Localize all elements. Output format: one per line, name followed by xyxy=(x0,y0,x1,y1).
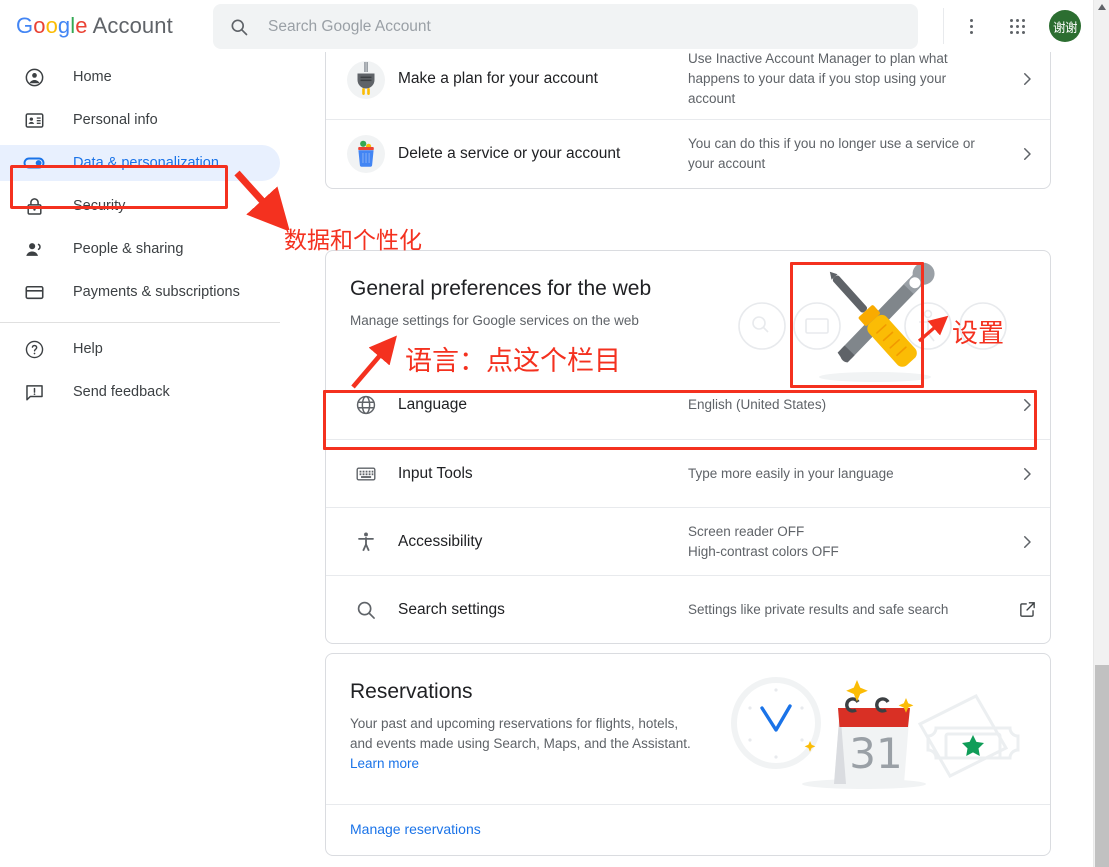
chevron-right-icon xyxy=(1004,465,1050,483)
row-description: Settings like private results and safe s… xyxy=(688,600,1004,620)
row-title: Input Tools xyxy=(398,465,688,483)
logo-letter-g2: g xyxy=(58,13,70,38)
app-header: Google Account 谢谢 xyxy=(0,0,1093,52)
sidebar-item-personal-info[interactable]: Personal info xyxy=(0,102,280,138)
people-icon xyxy=(22,237,46,261)
credit-card-icon xyxy=(22,280,46,304)
trash-icon xyxy=(342,130,390,178)
row-description: Use Inactive Account Manager to plan wha… xyxy=(688,52,1004,109)
account-circle-icon xyxy=(22,65,46,89)
card-description: Your past and upcoming reservations for … xyxy=(350,714,700,774)
row-description: You can do this if you no longer use a s… xyxy=(688,134,1004,174)
row-description: Type more easily in your language xyxy=(688,464,1004,484)
row-delete-service[interactable]: Delete a service or your account You can… xyxy=(326,119,1050,188)
calendar-day-number: 31 xyxy=(849,729,902,778)
apps-grid-icon xyxy=(1010,19,1025,34)
card-description-text: Your past and upcoming reservations for … xyxy=(350,716,691,751)
chevron-right-icon xyxy=(1004,70,1050,88)
sidebar-item-label: People & sharing xyxy=(73,241,183,257)
sidebar-item-people-sharing[interactable]: People & sharing xyxy=(0,231,280,267)
manage-reservations-link[interactable]: Manage reservations xyxy=(350,821,481,837)
sidebar-divider xyxy=(0,322,280,323)
sidebar-item-help[interactable]: Help xyxy=(0,331,280,367)
reservations-footer: Manage reservations xyxy=(326,804,1050,855)
search-input[interactable] xyxy=(266,17,876,37)
row-input-tools[interactable]: Input Tools Type more easily in your lan… xyxy=(326,439,1050,507)
sidebar-item-label: Security xyxy=(73,198,125,214)
reservations-header: Reservations Your past and upcoming rese… xyxy=(326,654,1050,804)
sidebar-item-home[interactable]: Home xyxy=(0,59,280,95)
row-description-line2: High-contrast colors OFF xyxy=(688,542,994,562)
general-preferences-card: General preferences for the web Manage s… xyxy=(325,250,1051,644)
row-title: Language xyxy=(398,396,688,414)
logo-letter-o1: o xyxy=(33,13,45,38)
sidebar-item-label: Personal info xyxy=(73,112,158,128)
accessibility-icon xyxy=(342,531,390,553)
row-title: Delete a service or your account xyxy=(398,145,688,163)
general-preferences-header: General preferences for the web Manage s… xyxy=(326,251,1050,371)
logo-letter-e: e xyxy=(75,13,87,38)
globe-icon xyxy=(342,394,390,416)
card-subtitle: Manage settings for Google services on t… xyxy=(350,311,770,331)
header-divider xyxy=(943,8,944,44)
logo-letter-g1: G xyxy=(16,13,33,38)
scrollbar[interactable] xyxy=(1093,0,1109,867)
search-icon xyxy=(342,599,390,621)
google-apps-button[interactable] xyxy=(1003,12,1031,40)
reservations-card: Reservations Your past and upcoming rese… xyxy=(325,653,1051,856)
help-icon xyxy=(22,337,46,361)
more-options-button[interactable] xyxy=(957,12,985,40)
chevron-right-icon xyxy=(1004,145,1050,163)
account-actions-card: Make a plan for your account Use Inactiv… xyxy=(325,52,1051,189)
lock-icon xyxy=(22,194,46,218)
row-title: Accessibility xyxy=(398,533,688,551)
row-description: English (United States) xyxy=(688,395,1004,415)
sidebar-item-label: Home xyxy=(73,69,112,85)
sidebar: Home Personal info xyxy=(0,52,280,867)
google-account-logo: Google Account xyxy=(16,12,173,40)
avatar[interactable]: 谢谢 xyxy=(1049,10,1081,42)
logo-suffix-account: Account xyxy=(88,13,173,38)
sidebar-item-label: Data & personalization xyxy=(73,155,219,171)
row-title: Search settings xyxy=(398,601,688,619)
toggle-icon xyxy=(22,151,46,175)
row-description-line1: Screen reader OFF xyxy=(688,522,994,542)
row-search-settings[interactable]: Search settings Settings like private re… xyxy=(326,575,1050,643)
scrollbar-thumb[interactable] xyxy=(1095,665,1109,867)
open-in-new-icon xyxy=(1004,600,1050,619)
feedback-icon xyxy=(22,380,46,404)
chevron-right-icon xyxy=(1004,533,1050,551)
main-content: Make a plan for your account Use Inactiv… xyxy=(281,52,1093,867)
sidebar-item-data-personalization[interactable]: Data & personalization xyxy=(0,145,280,181)
scroll-up-arrow[interactable] xyxy=(1094,0,1109,14)
chevron-right-icon xyxy=(1004,396,1050,414)
sidebar-item-security[interactable]: Security xyxy=(0,188,280,224)
search-box[interactable] xyxy=(213,4,918,49)
calendar-illustration: 31 xyxy=(714,668,1044,808)
kebab-menu-icon xyxy=(970,19,973,34)
row-accessibility[interactable]: Accessibility Screen reader OFF High-con… xyxy=(326,507,1050,575)
logo-letter-o2: o xyxy=(46,13,58,38)
row-description: Screen reader OFF High-contrast colors O… xyxy=(688,522,1004,562)
sidebar-item-label: Payments & subscriptions xyxy=(73,284,240,300)
row-title: Make a plan for your account xyxy=(398,70,688,88)
learn-more-link[interactable]: Learn more xyxy=(350,756,419,771)
row-language[interactable]: Language English (United States) xyxy=(326,371,1050,439)
search-icon xyxy=(229,17,249,37)
sidebar-item-label: Help xyxy=(73,341,103,357)
row-make-a-plan[interactable]: Make a plan for your account Use Inactiv… xyxy=(326,52,1050,119)
keyboard-icon xyxy=(342,463,390,485)
app-root: Google Account 谢谢 xyxy=(0,0,1109,867)
sidebar-item-payments-subscriptions[interactable]: Payments & subscriptions xyxy=(0,274,280,310)
badge-icon xyxy=(22,108,46,132)
sidebar-item-label: Send feedback xyxy=(73,384,170,400)
plug-icon xyxy=(342,55,390,103)
sidebar-item-send-feedback[interactable]: Send feedback xyxy=(0,374,280,410)
